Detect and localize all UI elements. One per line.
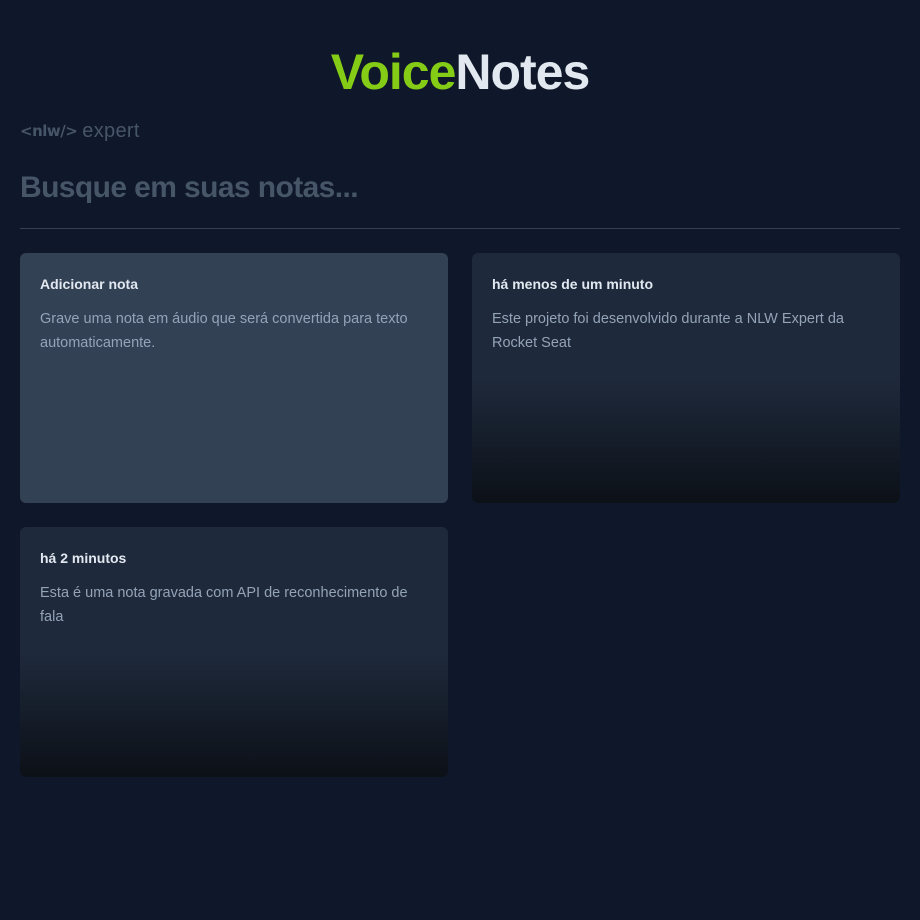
search-input[interactable] — [20, 166, 900, 210]
note-card[interactable]: há menos de um minuto Este projeto foi d… — [472, 253, 900, 503]
nlw-expert-logo: <nlw/> expert — [20, 120, 140, 142]
add-note-title: Adicionar nota — [40, 276, 139, 292]
note-fade-overlay — [472, 378, 900, 503]
logo-expert: expert — [82, 119, 140, 142]
note-fade-overlay — [20, 652, 448, 777]
note-date: há menos de um minuto — [492, 276, 654, 292]
app-title-notes: Notes — [455, 44, 590, 100]
app-title: VoiceNotes — [0, 44, 920, 100]
app: VoiceNotes <nlw/> expert Adicionar nota … — [0, 0, 920, 920]
note-content: Este projeto foi desenvolvido durante a … — [492, 311, 844, 351]
note-content: Esta é uma nota gravada com API de recon… — [40, 585, 408, 625]
add-note-description: Grave uma nota em áudio que será convert… — [40, 311, 408, 351]
note-card[interactable]: há 2 minutos Esta é uma nota gravada com… — [20, 527, 448, 777]
divider — [20, 228, 900, 229]
app-title-voice: Voice — [330, 44, 457, 100]
note-date: há 2 minutos — [40, 550, 127, 566]
logo-nlw: <nlw/> — [20, 122, 78, 140]
add-note-card[interactable]: Adicionar nota Grave uma nota em áudio q… — [20, 253, 448, 503]
